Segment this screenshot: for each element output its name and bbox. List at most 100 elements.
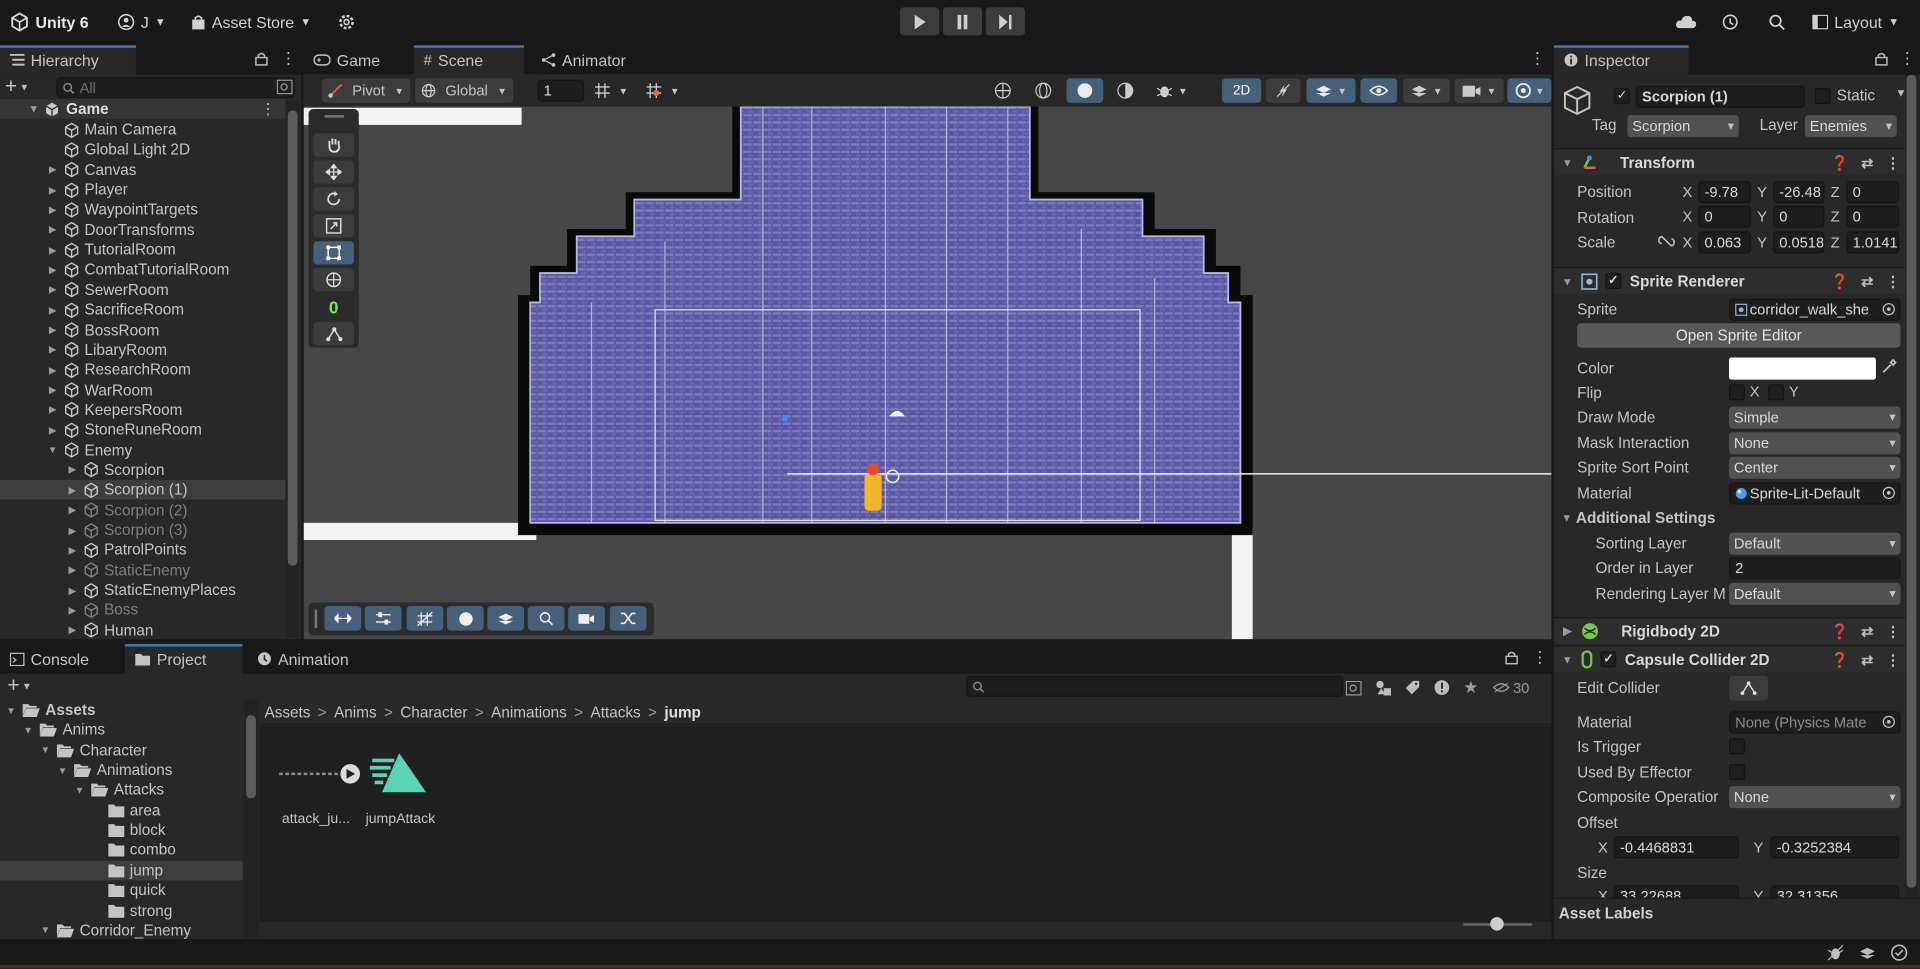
help-icon[interactable]: ❓ <box>1831 651 1849 668</box>
shading-textured-button[interactable] <box>1108 78 1143 103</box>
hierarchy-item[interactable]: ▶ LibaryRoom <box>0 340 285 360</box>
project-tree-scrollbar[interactable] <box>243 700 259 938</box>
history-button[interactable] <box>1722 9 1739 36</box>
flip-x-checkbox[interactable] <box>1728 384 1745 401</box>
scale-y-field[interactable]: 0.0518 <box>1773 231 1825 254</box>
open-sprite-editor-button[interactable]: Open Sprite Editor <box>1577 323 1901 348</box>
scene-canvas[interactable]: 0 <box>303 106 1552 640</box>
expand-arrow-icon[interactable]: ▼ <box>5 705 17 716</box>
hand-tool-button[interactable] <box>313 133 354 157</box>
global-dropdown[interactable]: Global ▼ <box>415 78 514 103</box>
hierarchy-item[interactable]: ▶ CombatTutorialRoom <box>0 260 285 280</box>
object-picker-icon[interactable] <box>1882 486 1895 499</box>
kebab-menu-icon[interactable]: ⋮ <box>260 99 275 117</box>
pivot-dropdown[interactable]: Pivot ▼ <box>322 78 411 103</box>
tab-game[interactable]: Game <box>304 45 414 74</box>
layout-dropdown[interactable]: Layout ▼ <box>1812 9 1899 36</box>
collapse-arrow-icon[interactable]: ▶ <box>47 425 59 436</box>
breadcrumb-item[interactable]: Animations <box>491 704 567 721</box>
camera-dropdown[interactable]: ▼ <box>1454 78 1504 103</box>
tab-animator[interactable]: Animator <box>531 45 641 74</box>
hierarchy-item[interactable]: ▶ PatrolPoints <box>0 540 285 560</box>
expand-arrow-icon[interactable]: ▼ <box>39 745 51 756</box>
project-folder-item[interactable]: quick <box>0 881 242 901</box>
static-checkbox[interactable] <box>1814 88 1831 105</box>
increment-snap-dropdown[interactable]: ▼ <box>641 78 684 103</box>
rotate-tool-button[interactable] <box>313 187 354 211</box>
pause-button[interactable] <box>942 7 983 36</box>
project-folder-item[interactable]: combo <box>0 841 242 861</box>
offset-y-field[interactable]: -0.3252384 <box>1770 836 1900 859</box>
preset-icon[interactable]: ⇄ <box>1861 623 1873 640</box>
overlay-search-button[interactable] <box>527 606 565 631</box>
breadcrumb-item[interactable]: jump <box>664 704 701 721</box>
hierarchy-item[interactable]: ▶ KeepersRoom <box>0 400 285 420</box>
hierarchy-item[interactable]: ▶ StaticEnemyPlaces <box>0 580 285 600</box>
move-tool-button[interactable] <box>313 160 354 184</box>
kebab-menu-icon[interactable]: ⋮ <box>1886 154 1901 171</box>
breadcrumb-item[interactable]: Character <box>400 704 467 721</box>
mode-2d-toggle[interactable]: 2D <box>1222 78 1262 103</box>
breadcrumb-item[interactable]: Attacks <box>590 704 640 721</box>
project-folder-item[interactable]: ▼ Animations <box>0 760 242 780</box>
scale-x-field[interactable]: 0.063 <box>1698 231 1752 254</box>
hierarchy-item[interactable]: ▶ Player <box>0 180 285 200</box>
overlay-move-button[interactable] <box>324 606 362 631</box>
pos-x-field[interactable]: -9.78 <box>1698 181 1752 204</box>
sprite-renderer-header[interactable]: ▼ ✓ Sprite Renderer ❓ ⇄ ⋮ <box>1553 266 1918 294</box>
asset-store-dropdown[interactable]: Asset Store ▼ <box>191 9 311 36</box>
search-button[interactable] <box>1768 9 1785 36</box>
collapse-arrow-icon[interactable]: ▶ <box>47 324 59 335</box>
hierarchy-item[interactable]: ▶ SewerRoom <box>0 280 285 300</box>
gizmos-dropdown[interactable]: ▼ <box>1507 78 1552 103</box>
preset-icon[interactable]: ⇄ <box>1861 651 1873 668</box>
kebab-menu-icon[interactable]: ⋮ <box>280 50 296 67</box>
hierarchy-item[interactable]: ▶ ResearchRoom <box>0 360 285 380</box>
grid-size-input[interactable]: 1 <box>537 79 585 102</box>
color-swatch[interactable] <box>1728 357 1876 380</box>
kebab-menu-icon[interactable]: ⋮ <box>1899 50 1915 67</box>
hierarchy-item[interactable]: ▶ DoorTransforms <box>0 220 285 240</box>
capsule-enabled-checkbox[interactable]: ✓ <box>1600 651 1617 668</box>
kebab-menu-icon[interactable]: ⋮ <box>1886 651 1901 668</box>
project-folder-item[interactable]: area <box>0 801 242 821</box>
sprite-object-field[interactable]: corridor_walk_she <box>1728 298 1901 321</box>
transform-tool-button[interactable] <box>313 268 354 292</box>
hierarchy-item[interactable]: ▶ Boss <box>0 600 285 620</box>
object-picker-icon[interactable] <box>1882 302 1895 316</box>
collapse-arrow-icon[interactable]: ▶ <box>47 304 59 315</box>
rendering-layer-dropdown[interactable]: Default <box>1728 582 1901 605</box>
hidden-packages-toggle[interactable]: 30 <box>1492 679 1529 696</box>
scene-visibility-toggle[interactable] <box>1360 78 1398 103</box>
rot-z-field[interactable]: 0 <box>1846 205 1900 228</box>
collapse-arrow-icon[interactable]: ▶ <box>66 465 78 476</box>
collapse-arrow-icon[interactable]: ▶ <box>47 204 59 215</box>
collapse-arrow-icon[interactable]: ▶ <box>47 345 59 356</box>
collapse-arrow-icon[interactable]: ▶ <box>47 284 59 295</box>
collapse-arrow-icon[interactable]: ▶ <box>66 525 78 536</box>
project-folder-item[interactable]: ▼ Anims <box>0 720 242 740</box>
scale-tool-button[interactable] <box>313 214 354 238</box>
object-picker-icon[interactable] <box>1882 715 1895 728</box>
order-in-layer-field[interactable]: 2 <box>1728 557 1901 580</box>
hierarchy-item[interactable]: ▶ BossRoom <box>0 320 285 340</box>
collapse-arrow-icon[interactable]: ▶ <box>66 605 78 616</box>
scrollbar-thumb[interactable] <box>287 110 298 566</box>
hierarchy-item[interactable]: ▶ StaticEnemy <box>0 560 285 580</box>
hierarchy-search-input[interactable]: All <box>56 77 296 98</box>
hierarchy-item[interactable]: ▶ Scorpion (1) <box>0 480 286 500</box>
collapse-arrow-icon[interactable]: ▶ <box>47 264 59 275</box>
breadcrumb-item[interactable]: Anims <box>334 704 377 721</box>
draw-mode-dropdown[interactable]: Simple <box>1728 406 1901 429</box>
hierarchy-item[interactable]: ▶ Human <box>0 621 285 641</box>
lock-icon[interactable] <box>255 51 268 66</box>
help-icon[interactable]: ❓ <box>1831 154 1849 171</box>
breadcrumb-item[interactable]: Assets <box>264 704 310 721</box>
kebab-menu-icon[interactable]: ⋮ <box>1529 50 1545 67</box>
progress-check-icon[interactable] <box>1891 944 1908 961</box>
overlay-grip[interactable] <box>314 609 318 629</box>
filter-type-icon[interactable] <box>1375 680 1392 696</box>
scrollbar-thumb[interactable] <box>1906 74 1917 888</box>
icon-size-slider[interactable] <box>1463 917 1532 931</box>
used-by-effector-checkbox[interactable] <box>1728 764 1745 781</box>
